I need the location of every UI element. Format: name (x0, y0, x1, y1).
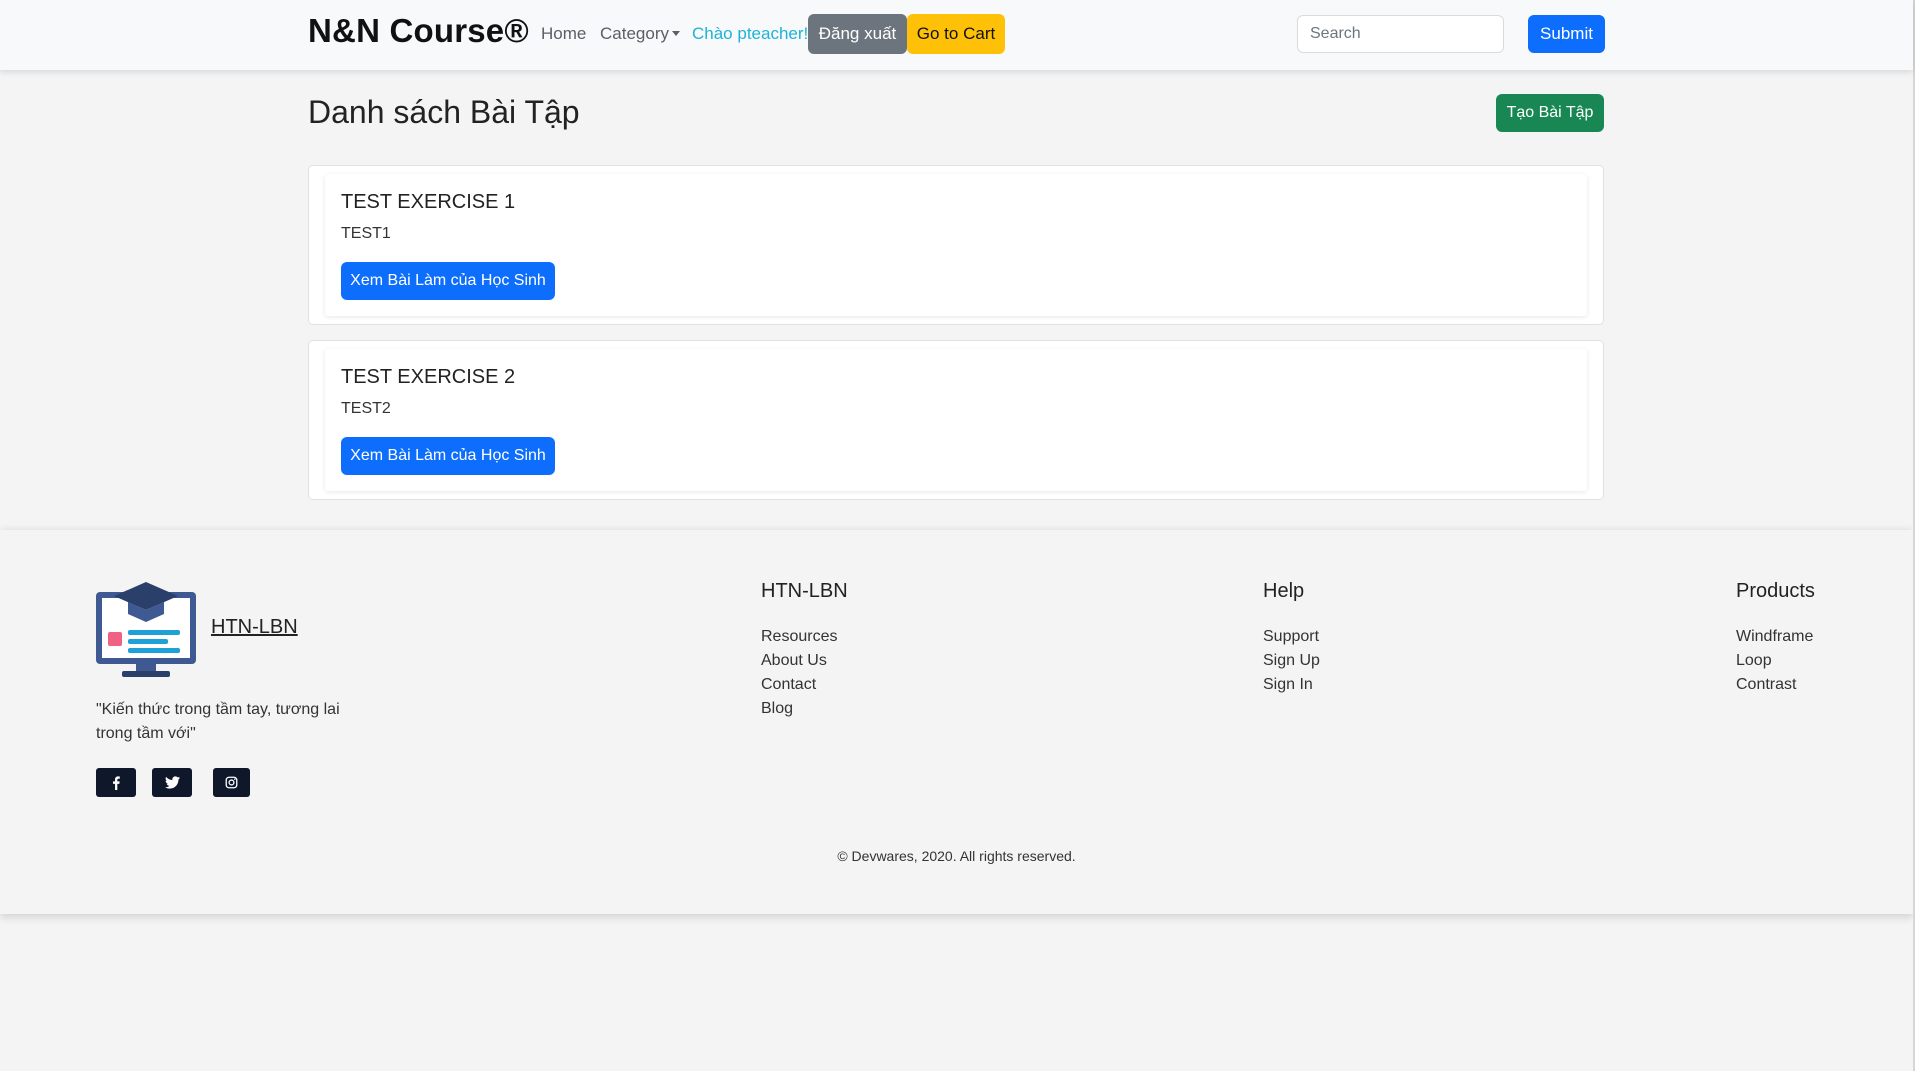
create-exercise-button[interactable]: Tạo Bài Tập (1496, 94, 1604, 132)
footer-column-heading: Help (1263, 580, 1305, 602)
exercise-description: TEST2 (341, 400, 391, 417)
monitor-graduation-logo-icon (96, 582, 196, 677)
view-submissions-button[interactable]: Xem Bài Làm của Học Sinh (341, 262, 555, 300)
footer-link-about-us[interactable]: About Us (761, 649, 848, 673)
chevron-down-icon (671, 30, 680, 36)
exercise-title: TEST EXERCISE 2 (341, 366, 516, 388)
page-title: Danh sách Bài Tập (308, 94, 580, 130)
footer-column-heading: Products (1736, 580, 1815, 602)
nav-category-dropdown[interactable]: Category (600, 24, 680, 44)
footer-link-resources[interactable]: Resources (761, 625, 848, 649)
twitter-icon[interactable] (152, 768, 192, 797)
nav-category-label: Category (600, 24, 669, 43)
footer-link-support[interactable]: Support (1263, 625, 1320, 649)
footer-link-sign-in[interactable]: Sign In (1263, 673, 1320, 697)
footer: HTN-LBN "Kiến thức trong tầm tay, tương … (0, 530, 1913, 914)
exercise-description: TEST1 (341, 225, 391, 242)
copyright-text: © Devwares, 2020. All rights reserved. (837, 848, 1076, 864)
search-input[interactable]: Search (1297, 15, 1504, 53)
footer-column-htn-lbn: HTN-LBN Resources About Us Contact Blog (761, 580, 848, 721)
footer-column-products: Products Windframe Loop Contrast (1736, 580, 1815, 697)
facebook-icon[interactable] (96, 768, 136, 797)
footer-column-help: Help Support Sign Up Sign In (1263, 580, 1320, 697)
navbar: N&N Course® Home Category Chào pteacher!… (0, 0, 1913, 70)
footer-link-windframe[interactable]: Windframe (1736, 625, 1815, 649)
nav-home-link[interactable]: Home (541, 24, 586, 44)
footer-tagline: "Kiến thức trong tầm tay, tương lai tron… (96, 701, 340, 742)
brand-logo[interactable]: N&N Course® (308, 12, 529, 50)
view-submissions-button[interactable]: Xem Bài Làm của Học Sinh (341, 437, 555, 475)
footer-link-sign-up[interactable]: Sign Up (1263, 649, 1320, 673)
footer-link-blog[interactable]: Blog (761, 697, 848, 721)
footer-link-contact[interactable]: Contact (761, 673, 848, 697)
footer-column-heading: HTN-LBN (761, 580, 848, 602)
footer-link-contrast[interactable]: Contrast (1736, 673, 1815, 697)
logout-button[interactable]: Đăng xuất (808, 14, 907, 54)
submit-button[interactable]: Submit (1528, 15, 1605, 53)
exercise-title: TEST EXERCISE 1 (341, 191, 516, 213)
go-to-cart-button[interactable]: Go to Cart (907, 14, 1005, 54)
greeting-link[interactable]: Chào pteacher! (692, 24, 808, 44)
footer-logo-link[interactable]: HTN-LBN (211, 616, 298, 639)
exercise-card: TEST EXERCISE 2 TEST2 Xem Bài Làm của Họ… (308, 340, 1604, 500)
instagram-icon[interactable] (213, 768, 250, 797)
footer-link-loop[interactable]: Loop (1736, 649, 1815, 673)
exercise-card: TEST EXERCISE 1 TEST1 Xem Bài Làm của Họ… (308, 165, 1604, 325)
